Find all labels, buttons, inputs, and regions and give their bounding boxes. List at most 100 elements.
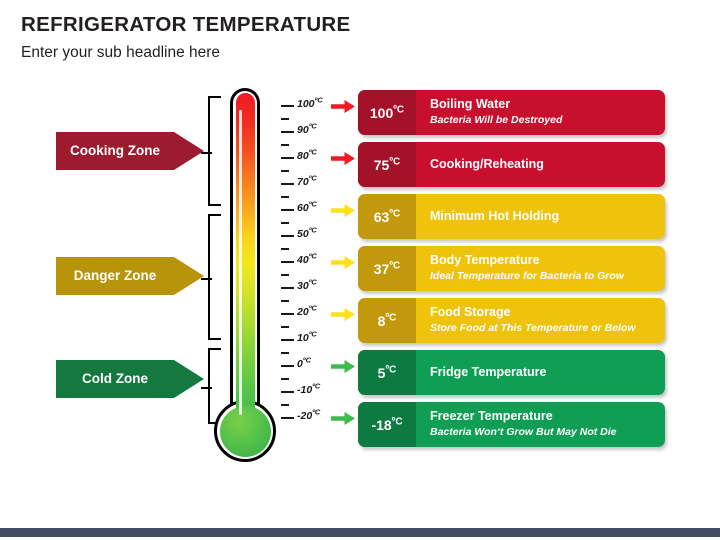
row-arrow-icon bbox=[331, 100, 355, 113]
zone-bracket-tick bbox=[201, 278, 212, 280]
scale-tick-label: 80ºC bbox=[297, 147, 317, 162]
temperature-card-title: Cooking/Reheating bbox=[430, 156, 544, 171]
scale-tick-major bbox=[281, 131, 294, 133]
degree-unit: ºC bbox=[308, 121, 317, 131]
scale-tick-label: 10ºC bbox=[297, 329, 317, 344]
degree-unit: ºC bbox=[308, 147, 317, 157]
temperature-card-badge: 8ºC bbox=[358, 298, 416, 343]
temperature-card-body: Body Temperature Ideal Temperature for Ba… bbox=[416, 246, 665, 291]
degree-unit: ºC bbox=[308, 173, 317, 183]
scale-tick-minor bbox=[281, 378, 289, 380]
degree-unit: ºC bbox=[393, 103, 405, 115]
temperature-card[interactable]: 63ºC Minimum Hot Holding bbox=[358, 194, 665, 239]
degree-unit: ºC bbox=[389, 155, 401, 167]
temperature-card-title: Body Temperature bbox=[430, 253, 540, 268]
scale-tick-minor bbox=[281, 170, 289, 172]
scale-tick-label: 20ºC bbox=[297, 303, 317, 318]
temperature-card-subtitle: Store Food at This Temperature or Below bbox=[430, 321, 636, 334]
degree-unit: ºC bbox=[308, 329, 317, 339]
temperature-card-badge: 75ºC bbox=[358, 142, 416, 187]
temperature-card-badge: 100ºC bbox=[358, 90, 416, 135]
temperature-card[interactable]: 75ºC Cooking/Reheating bbox=[358, 142, 665, 187]
scale-tick-minor bbox=[281, 404, 289, 406]
scale-tick-label: -10ºC bbox=[297, 381, 321, 396]
temperature-card-badge: 63ºC bbox=[358, 194, 416, 239]
row-arrow-icon bbox=[331, 256, 355, 269]
scale-tick-label: 30ºC bbox=[297, 277, 317, 292]
row-arrow-icon bbox=[331, 204, 355, 217]
temperature-card[interactable]: 100ºC Boiling Water Bacteria Will be Destr… bbox=[358, 90, 665, 135]
zone-banner-danger-zone[interactable]: Danger Zone bbox=[56, 257, 204, 295]
temperature-card[interactable]: 8ºC Food Storage Store Food at This Temper… bbox=[358, 298, 665, 343]
scale-tick-minor bbox=[281, 144, 289, 146]
zone-bracket-tick bbox=[201, 152, 212, 154]
degree-unit: ºC bbox=[385, 311, 397, 323]
temperature-card-title: Fridge Temperature bbox=[430, 364, 547, 379]
temperature-card-subtitle: Bacteria Won‘t Grow But May Not Die bbox=[430, 425, 617, 438]
scale-tick-minor bbox=[281, 118, 289, 120]
degree-unit: ºC bbox=[308, 199, 317, 209]
page-title: REFRIGERATOR TEMPERATURE bbox=[21, 13, 351, 36]
temperature-card-body: Cooking/Reheating bbox=[416, 142, 665, 187]
degree-unit: ºC bbox=[391, 415, 403, 427]
scale-tick-label: 90ºC bbox=[297, 121, 317, 136]
scale-tick-major bbox=[281, 391, 294, 393]
temperature-card-badge: -18ºC bbox=[358, 402, 416, 447]
temperature-card-body: Fridge Temperature bbox=[416, 350, 665, 395]
scale-tick-major bbox=[281, 183, 294, 185]
degree-unit: ºC bbox=[312, 407, 321, 417]
scale-tick-label: 40ºC bbox=[297, 251, 317, 266]
degree-unit: ºC bbox=[312, 381, 321, 391]
scale-tick-major bbox=[281, 105, 294, 107]
scale-tick-minor bbox=[281, 222, 289, 224]
header: REFRIGERATOR TEMPERATURE Enter your sub … bbox=[21, 13, 351, 61]
temperature-card-body: Minimum Hot Holding bbox=[416, 194, 665, 239]
scale-tick-label: 60ºC bbox=[297, 199, 317, 214]
degree-unit: ºC bbox=[308, 277, 317, 287]
temperature-card-title: Freezer Temperature bbox=[430, 409, 553, 424]
scale-tick-minor bbox=[281, 300, 289, 302]
thermometer-highlight bbox=[239, 110, 242, 415]
scale-tick-label: 0ºC bbox=[297, 355, 311, 370]
scale-tick-label: 100ºC bbox=[297, 95, 323, 110]
temperature-card-title: Food Storage bbox=[430, 305, 511, 320]
scale-tick-major bbox=[281, 287, 294, 289]
degree-unit: ºC bbox=[302, 355, 311, 365]
degree-unit: ºC bbox=[314, 95, 323, 105]
scale-tick-minor bbox=[281, 248, 289, 250]
degree-unit: ºC bbox=[389, 207, 401, 219]
scale-tick-label: 70ºC bbox=[297, 173, 317, 188]
temperature-card-title: Boiling Water bbox=[430, 97, 511, 112]
degree-unit: ºC bbox=[308, 225, 317, 235]
scale-tick-major bbox=[281, 365, 294, 367]
temperature-card-badge: 5ºC bbox=[358, 350, 416, 395]
zone-bracket-tick bbox=[201, 387, 212, 389]
temperature-card[interactable]: 5ºC Fridge Temperature bbox=[358, 350, 665, 395]
page-subtitle: Enter your sub headline here bbox=[21, 43, 221, 61]
scale-tick-major bbox=[281, 417, 294, 419]
thermometer-bulb-fluid bbox=[219, 405, 271, 457]
temperature-card[interactable]: -18ºC Freezer Temperature Bacteria Won‘t G… bbox=[358, 402, 665, 447]
temperature-card-body: Freezer Temperature Bacteria Won‘t Grow B… bbox=[416, 402, 665, 447]
row-arrow-icon bbox=[331, 152, 355, 165]
temperature-card-subtitle: Bacteria Will be Destroyed bbox=[430, 113, 563, 126]
zone-banner-cold-zone[interactable]: Cold Zone bbox=[56, 360, 204, 398]
row-arrow-icon bbox=[331, 360, 355, 373]
temperature-card-title: Minimum Hot Holding bbox=[430, 208, 560, 223]
scale-tick-major bbox=[281, 235, 294, 237]
zone-banner-label: Cooking Zone bbox=[70, 143, 160, 159]
footer-bar bbox=[0, 528, 720, 537]
temperature-card-body: Food Storage Store Food at This Temperatu… bbox=[416, 298, 665, 343]
scale-tick-major bbox=[281, 261, 294, 263]
scale-tick-major bbox=[281, 209, 294, 211]
zone-banner-label: Cold Zone bbox=[82, 371, 148, 387]
zone-banner-cooking-zone[interactable]: Cooking Zone bbox=[56, 132, 204, 170]
scale-tick-label: -20ºC bbox=[297, 407, 321, 422]
temperature-card-subtitle: Ideal Temperature for Bacteria to Grow bbox=[430, 269, 624, 282]
temperature-card[interactable]: 37ºC Body Temperature Ideal Temperature fo… bbox=[358, 246, 665, 291]
zone-banner-label: Danger Zone bbox=[73, 268, 157, 284]
scale-tick-major bbox=[281, 339, 294, 341]
row-arrow-icon bbox=[331, 308, 355, 321]
row-arrow-icon bbox=[331, 412, 355, 425]
scale-tick-label: 50ºC bbox=[297, 225, 317, 240]
